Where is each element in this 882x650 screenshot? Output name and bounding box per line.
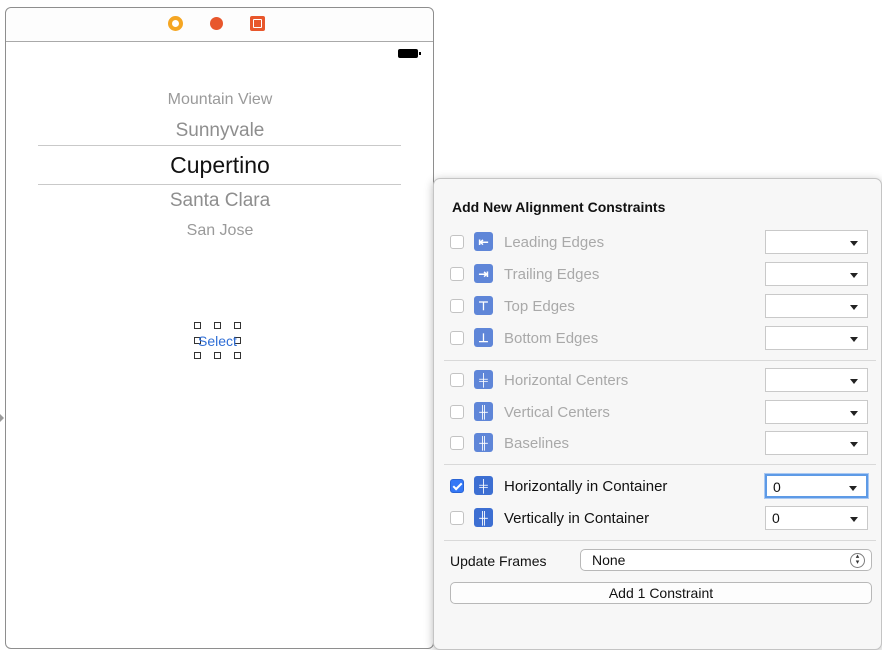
dropdown-arrow-icon[interactable] bbox=[850, 442, 858, 447]
constraint-row-vertical-centers: ╫ Vertical Centers bbox=[450, 399, 870, 427]
constraint-label: Bottom Edges bbox=[504, 330, 599, 347]
resize-handle[interactable] bbox=[234, 352, 241, 359]
constraint-label: Top Edges bbox=[504, 298, 575, 315]
checkbox[interactable] bbox=[450, 405, 464, 419]
picker-item[interactable]: Santa Clara bbox=[38, 190, 402, 212]
horizontally-in-container-icon: ╪ bbox=[474, 476, 493, 495]
entry-point-arrow-icon bbox=[0, 414, 4, 422]
constraint-value-combo[interactable]: 0 bbox=[765, 506, 868, 530]
resize-handle[interactable] bbox=[214, 352, 221, 359]
checkbox[interactable] bbox=[450, 511, 464, 525]
constraint-row-leading-edges: ⇤ Leading Edges bbox=[450, 229, 870, 257]
picker-selection-line-bottom bbox=[38, 184, 401, 185]
dropdown-arrow-icon[interactable] bbox=[850, 273, 858, 278]
exit-icon[interactable] bbox=[250, 16, 265, 31]
section-divider bbox=[444, 360, 876, 361]
dropdown-arrow-icon[interactable] bbox=[849, 486, 857, 491]
checkbox[interactable] bbox=[450, 331, 464, 345]
constraint-value-combo[interactable]: 0 bbox=[765, 474, 868, 498]
vertically-in-container-icon: ╫ bbox=[474, 508, 493, 527]
constraint-value-combo[interactable] bbox=[765, 230, 868, 254]
constraint-row-horizontal-centers: ╪ Horizontal Centers bbox=[450, 367, 870, 395]
top-edges-icon: ⊤ bbox=[474, 296, 493, 315]
dropdown-arrow-icon[interactable] bbox=[850, 337, 858, 342]
view-controller-icon[interactable] bbox=[168, 16, 183, 31]
constraint-row-trailing-edges: ⇥ Trailing Edges bbox=[450, 261, 870, 289]
picker-selection-line-top bbox=[38, 145, 401, 146]
constraint-row-horizontally-in-container: ╪ Horizontally in Container 0 bbox=[450, 473, 870, 501]
constraint-value-combo[interactable] bbox=[765, 326, 868, 350]
constraint-label: Vertically in Container bbox=[504, 510, 650, 527]
storyboard-scene: Mountain View Sunnyvale Cupertino Santa … bbox=[5, 7, 434, 649]
vertical-centers-icon: ╫ bbox=[474, 402, 493, 421]
battery-icon bbox=[398, 49, 421, 58]
baselines-icon: ╫ bbox=[474, 433, 493, 452]
resize-handle[interactable] bbox=[194, 352, 201, 359]
update-frames-select[interactable]: None ▴ ▾ bbox=[580, 549, 872, 571]
select-button[interactable]: Select bbox=[186, 318, 256, 359]
dropdown-arrow-icon[interactable] bbox=[850, 379, 858, 384]
constraint-row-top-edges: ⊤ Top Edges bbox=[450, 293, 870, 321]
checkbox-checked[interactable] bbox=[450, 479, 464, 493]
constraint-label: Vertical Centers bbox=[504, 404, 610, 421]
constraint-label: Horizontally in Container bbox=[504, 478, 668, 495]
picker-item[interactable]: Sunnyvale bbox=[38, 120, 402, 142]
checkbox[interactable] bbox=[450, 267, 464, 281]
select-button-label: Select bbox=[198, 333, 237, 349]
constraint-value-combo[interactable] bbox=[765, 294, 868, 318]
resize-handle[interactable] bbox=[234, 322, 241, 329]
alignment-constraints-popover: Add New Alignment Constraints ⇤ Leading … bbox=[433, 178, 882, 650]
update-frames-label: Update Frames bbox=[450, 553, 547, 569]
dropdown-arrow-icon[interactable] bbox=[850, 241, 858, 246]
dropdown-arrow-icon[interactable] bbox=[850, 411, 858, 416]
section-divider bbox=[444, 540, 876, 541]
constraint-row-baselines: ╫ Baselines bbox=[450, 430, 870, 458]
leading-edges-icon: ⇤ bbox=[474, 232, 493, 251]
constraint-value-combo[interactable] bbox=[765, 431, 868, 455]
picker-item-selected[interactable]: Cupertino bbox=[38, 152, 402, 179]
picker-item[interactable]: San Jose bbox=[38, 222, 402, 240]
add-constraint-button[interactable]: Add 1 Constraint bbox=[450, 582, 872, 604]
constraint-value-combo[interactable] bbox=[765, 368, 868, 392]
section-divider bbox=[444, 464, 876, 465]
constraint-value-combo[interactable] bbox=[765, 400, 868, 424]
resize-handle[interactable] bbox=[214, 322, 221, 329]
first-responder-icon[interactable] bbox=[210, 17, 223, 30]
trailing-edges-icon: ⇥ bbox=[474, 264, 493, 283]
stepper-arrows-icon: ▴ ▾ bbox=[850, 553, 865, 568]
dropdown-arrow-icon[interactable] bbox=[850, 305, 858, 310]
constraint-label: Horizontal Centers bbox=[504, 372, 629, 389]
checkbox[interactable] bbox=[450, 299, 464, 313]
checkbox[interactable] bbox=[450, 373, 464, 387]
constraint-label: Leading Edges bbox=[504, 234, 605, 251]
picker-item[interactable]: Mountain View bbox=[38, 91, 402, 109]
dropdown-arrow-icon[interactable] bbox=[850, 517, 858, 522]
constraint-value-combo[interactable] bbox=[765, 262, 868, 286]
constraint-row-bottom-edges: ⊥ Bottom Edges bbox=[450, 325, 870, 353]
checkbox[interactable] bbox=[450, 436, 464, 450]
constraint-row-vertically-in-container: ╫ Vertically in Container 0 bbox=[450, 505, 870, 533]
bottom-edges-icon: ⊥ bbox=[474, 328, 493, 347]
scene-dock bbox=[6, 8, 433, 42]
constraint-label: Baselines bbox=[504, 435, 570, 452]
popover-title: Add New Alignment Constraints bbox=[452, 199, 666, 215]
constraint-label: Trailing Edges bbox=[504, 266, 600, 283]
resize-handle[interactable] bbox=[194, 322, 201, 329]
horizontal-centers-icon: ╪ bbox=[474, 370, 493, 389]
checkbox[interactable] bbox=[450, 235, 464, 249]
